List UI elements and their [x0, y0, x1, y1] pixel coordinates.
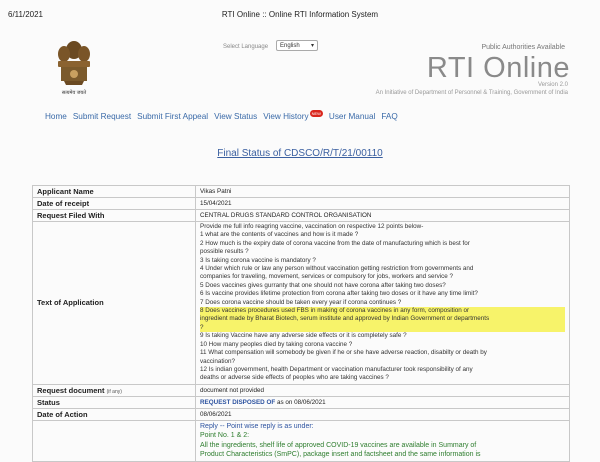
table-row: Status REQUEST DISPOSED OF as on 08/06/2…: [32, 395, 570, 409]
table-row: Request document (if any) document not p…: [32, 383, 570, 397]
date-of-action-label: Date of Action: [32, 407, 196, 421]
language-label: Select Language: [223, 44, 269, 50]
browser-print-header: 6/11/2021 RTI Online :: Online RTI Infor…: [0, 0, 600, 22]
status-badge: REQUEST DISPOSED OF: [200, 398, 276, 406]
application-line: 4 Under which rule or law any person wit…: [200, 265, 474, 273]
reply-lines: Point No. 1 & 2: All the ingredients, she…: [200, 431, 565, 460]
nav-view-history-wrap: View History NEW: [263, 110, 323, 126]
table-row: Applicant Name Vikas Patni: [32, 185, 570, 198]
nav-home[interactable]: Home: [45, 112, 67, 126]
application-line: 6 Is vaccine provides lifetime protectio…: [200, 290, 478, 298]
nav-view-status[interactable]: View Status: [214, 112, 257, 126]
application-line: 2 How much is the expiry date of corona …: [200, 239, 470, 247]
request-document-label-text: Request document: [37, 385, 105, 395]
applicant-name-value: Vikas Patni: [195, 185, 570, 198]
table-row: Date of Action 08/06/2021: [32, 407, 570, 421]
application-line: 9 Is taking Vaccine have any adverse sid…: [200, 332, 407, 340]
table-row: Request Filed With CENTRAL DRUGS STANDAR…: [32, 209, 570, 222]
language-value: English: [280, 42, 300, 49]
status-suffix: as on 08/06/2021: [276, 398, 326, 406]
request-filed-with-value: CENTRAL DRUGS STANDARD CONTROL ORGANISAT…: [195, 209, 570, 222]
application-line: 3 Is taking corona vaccine is mandatory …: [200, 256, 316, 264]
version-label: Version 2.0: [537, 82, 568, 88]
table-row: Text of Application Provide me full info…: [32, 221, 570, 385]
application-line: companies for traveling, movement, servi…: [200, 273, 454, 281]
nav-user-manual[interactable]: User Manual: [329, 112, 375, 126]
text-of-application-label: Text of Application: [32, 221, 196, 385]
page-title: Final Status of CDSCO/R/T/21/00110: [217, 148, 383, 159]
application-line: 12 Is indian government, health Departme…: [200, 365, 473, 373]
application-line: 11 What compensation will somebody be gi…: [200, 349, 487, 357]
application-line: 1 what are the contents of vaccines and …: [200, 231, 359, 239]
application-lines: Provide me full info reagring vaccine, v…: [200, 223, 565, 307]
emblem-caption: सत्यमेव जयते: [61, 90, 87, 96]
application-line: 7 Does corona vaccine should be taken ev…: [200, 298, 402, 306]
highlighted-line: ingredient made by Bharat Biotech, serum…: [200, 315, 490, 323]
table-row: Reply -- Point wise reply is as under: P…: [32, 419, 570, 462]
reply-line: Point No. 1 & 2:: [200, 432, 250, 440]
application-line: vaccination?: [200, 357, 236, 365]
reply-row-label: [32, 419, 196, 462]
status-value: REQUEST DISPOSED OF as on 08/06/2021: [195, 395, 570, 409]
print-page-title: RTI Online :: Online RTI Information Sys…: [221, 10, 379, 19]
reply-value: Reply -- Point wise reply is as under: P…: [195, 419, 570, 462]
status-details-table: Applicant Name Vikas Patni Date of recei…: [32, 185, 570, 462]
reply-intro: -- Point wise reply is as under:: [219, 422, 314, 430]
request-document-note: (if any): [106, 388, 122, 395]
main-nav: Home Submit Request Submit First Appeal …: [45, 110, 398, 126]
date-of-receipt-label: Date of receipt: [32, 197, 196, 210]
language-select[interactable]: English ▾: [276, 40, 318, 51]
application-line: possible results ?: [200, 248, 249, 256]
public-authorities-link[interactable]: Public Authorities Available: [481, 44, 565, 51]
reply-label: Reply: [200, 422, 218, 430]
applicant-name-label: Applicant Name: [32, 185, 196, 198]
reply-line: All the ingredients, shelf life of appro…: [200, 441, 477, 449]
application-line: 5 Does vaccines gives gurranty that one …: [200, 281, 446, 289]
date-of-action-value: 08/06/2021: [195, 407, 570, 421]
national-emblem-logo: सत्यमेव जयते: [52, 36, 96, 98]
date-of-receipt-value: 15/04/2021: [195, 197, 570, 210]
site-header: सत्यमेव जयते Select Language English ▾ P…: [30, 32, 570, 107]
reply-line: Product Characteristics (SmPC), package …: [200, 451, 481, 459]
nav-view-history[interactable]: View History: [263, 112, 308, 121]
new-badge: NEW: [309, 110, 323, 117]
nav-submit-first-appeal[interactable]: Submit First Appeal: [137, 112, 208, 126]
application-line: deaths or adverse side effects of people…: [200, 374, 389, 382]
nav-submit-request[interactable]: Submit Request: [73, 112, 131, 126]
highlighted-line: ?: [200, 323, 204, 331]
application-lines-after: 9 Is taking Vaccine have any adverse sid…: [200, 332, 565, 382]
status-label: Status: [32, 395, 196, 409]
request-document-value: document not provided: [195, 383, 570, 397]
request-document-label: Request document (if any): [32, 383, 196, 397]
highlighted-question: 8 Does vaccines procedures used FBS in m…: [200, 307, 565, 333]
chevron-down-icon: ▾: [310, 43, 314, 49]
nav-faq[interactable]: FAQ: [381, 112, 397, 126]
request-filed-with-label: Request Filed With: [32, 209, 196, 222]
highlighted-line: 8 Does vaccines procedures used FBS in m…: [200, 307, 470, 315]
application-line: 10 How many peoples died by taking coron…: [200, 340, 353, 348]
application-line: Provide me full info reagring vaccine, v…: [200, 223, 424, 230]
brand-title: RTI Online: [426, 52, 570, 84]
table-row: Date of receipt 15/04/2021: [32, 197, 570, 210]
text-of-application-value: Provide me full info reagring vaccine, v…: [195, 221, 570, 385]
tagline: An Initiative of Department of Personnel…: [375, 90, 568, 96]
